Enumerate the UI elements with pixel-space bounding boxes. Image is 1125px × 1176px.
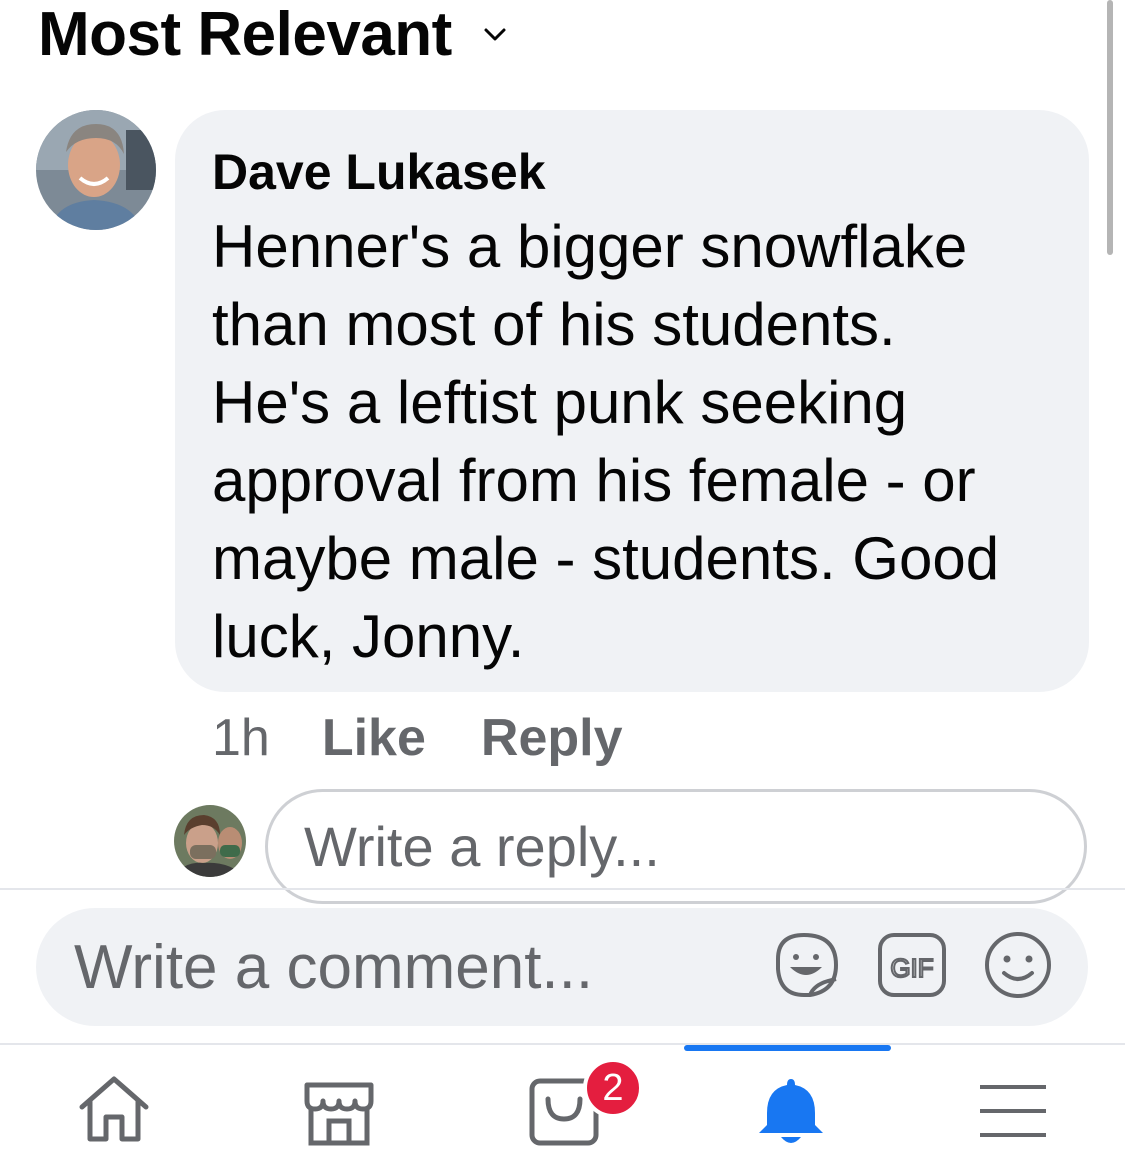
reply-placeholder: Write a reply...	[304, 815, 660, 878]
notifications-bell-icon	[759, 1079, 823, 1143]
comment-composer[interactable]: Write a comment... GIF	[36, 908, 1088, 1026]
comment-line: approval from his female - or	[212, 447, 976, 514]
bottom-tab-bar	[0, 1045, 1125, 1176]
comment-line: maybe male - students. Good	[212, 525, 1000, 592]
divider	[0, 888, 1125, 890]
reply-input[interactable]: Write a reply...	[265, 789, 1087, 904]
scrollbar[interactable]	[1107, 0, 1113, 255]
marketplace-icon	[304, 1082, 374, 1146]
emoji-icon[interactable]	[982, 929, 1054, 1006]
composer-icons: GIF	[736, 929, 1054, 1006]
comment-timestamp[interactable]: 1h	[212, 708, 270, 768]
comments-screen: Most Relevant Dave Lukasek Henner's a bi…	[0, 0, 1125, 1176]
menu-icon	[980, 1085, 1046, 1137]
comment-line: Henner's a bigger snowflake	[212, 213, 968, 280]
commenter-avatar[interactable]	[36, 110, 156, 230]
tab-menu[interactable]	[900, 1045, 1125, 1176]
sort-label: Most Relevant	[38, 0, 452, 69]
tab-home[interactable]	[0, 1045, 225, 1176]
gif-label: GIF	[890, 953, 933, 983]
comment-line: He's a leftist punk seeking	[212, 369, 908, 436]
sort-dropdown[interactable]: Most Relevant	[38, 0, 508, 70]
sticker-icon[interactable]	[770, 929, 842, 1006]
comment-line: luck, Jonny.	[212, 603, 525, 670]
current-user-avatar	[174, 805, 246, 877]
like-button[interactable]: Like	[322, 708, 426, 768]
comment-bubble: Dave Lukasek Henner's a bigger snowflake…	[175, 110, 1089, 692]
chevron-down-icon	[482, 22, 508, 48]
active-tab-indicator	[684, 1045, 891, 1051]
shop-badge: 2	[583, 1058, 643, 1118]
tab-notifications[interactable]	[675, 1045, 900, 1176]
comment-author[interactable]: Dave Lukasek	[212, 142, 1053, 202]
reply-button[interactable]: Reply	[481, 708, 623, 768]
comment-actions: 1h Like Reply	[212, 708, 678, 768]
comment-line: than most of his students.	[212, 291, 896, 358]
comment-text: Henner's a bigger snowflake than most of…	[212, 208, 1053, 676]
home-icon	[79, 1076, 149, 1142]
tab-marketplace[interactable]	[225, 1045, 450, 1176]
comment-input-placeholder: Write a comment...	[74, 932, 594, 1002]
gif-icon[interactable]: GIF	[876, 929, 948, 1006]
tab-shop[interactable]	[450, 1045, 675, 1176]
